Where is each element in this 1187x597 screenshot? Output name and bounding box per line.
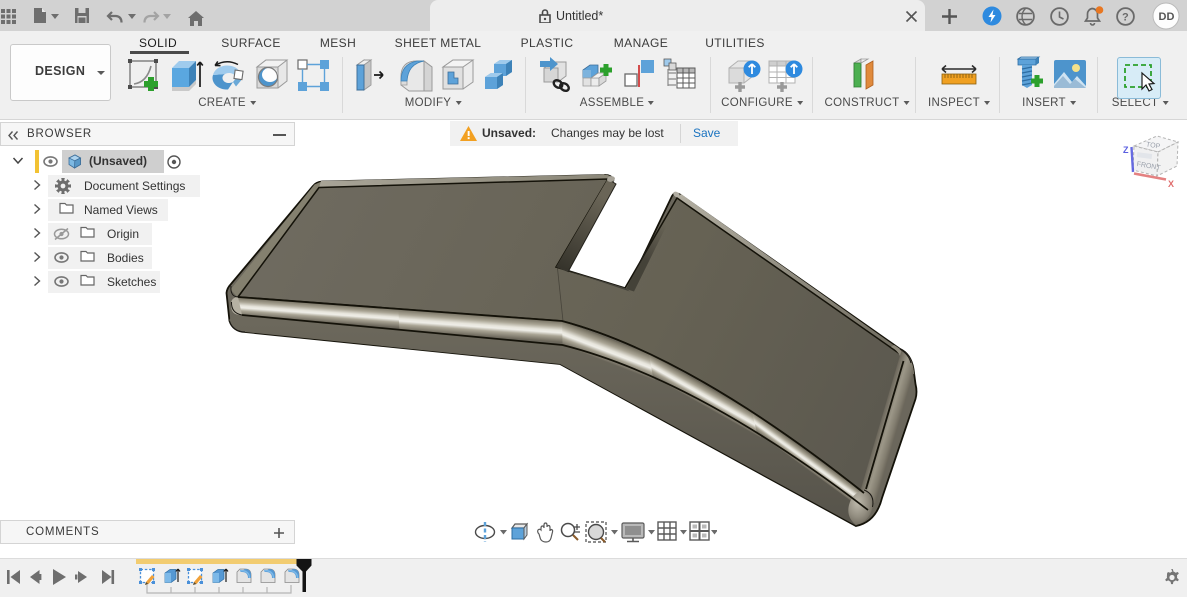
- svg-text:Z: Z: [1123, 145, 1129, 155]
- svg-text:X: X: [1168, 179, 1174, 189]
- svg-text:?: ?: [1122, 12, 1129, 24]
- svg-text:DD: DD: [1159, 11, 1175, 23]
